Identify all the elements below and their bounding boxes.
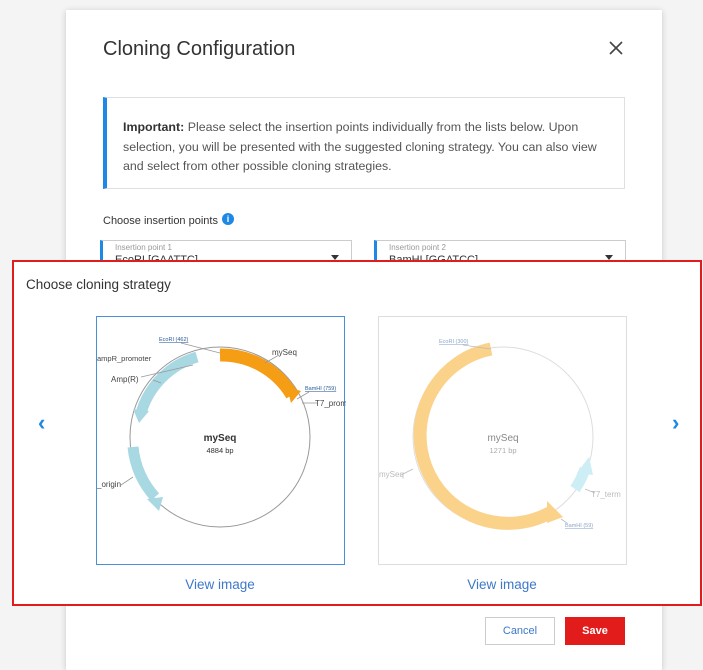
feature-label: Amp(R) xyxy=(111,375,139,384)
chevron-left-icon[interactable]: ‹ xyxy=(38,412,45,434)
feature-label: T7_term xyxy=(591,490,621,499)
plasmid-map: EcoRI (462) mySeq ampR_promoter Amp(R) B… xyxy=(97,337,346,528)
cancel-button[interactable]: Cancel xyxy=(485,617,555,645)
feature-label: mySeq xyxy=(379,470,404,479)
view-image-link-2[interactable]: View image xyxy=(422,577,582,592)
feature-label: T7_prom xyxy=(315,399,346,408)
info-icon[interactable]: i xyxy=(222,213,234,225)
chevron-right-icon[interactable]: › xyxy=(672,412,679,434)
plasmid-size: 1271 bp xyxy=(489,446,516,455)
plasmid-map: EcoRI (300) mySeq T7_term BamHI (59) myS… xyxy=(379,339,621,530)
site-label: EcoRI (462) xyxy=(159,337,189,343)
select-label: Insertion point 1 xyxy=(115,243,172,252)
notice-body: Please select the insertion points indiv… xyxy=(123,120,597,173)
cloning-strategy-panel: Choose cloning strategy ‹ › EcoRI (462) … xyxy=(12,260,702,606)
site-label: BamHI (59) xyxy=(565,523,593,529)
feature-label: mySeq xyxy=(272,348,297,357)
important-notice: Important: Please select the insertion p… xyxy=(103,97,625,189)
strategy-card-2[interactable]: EcoRI (300) mySeq T7_term BamHI (59) myS… xyxy=(378,316,627,565)
select-label: Insertion point 2 xyxy=(389,243,446,252)
site-label: BamHI (759) xyxy=(305,386,336,392)
save-button[interactable]: Save xyxy=(565,617,625,645)
plasmid-size: 4884 bp xyxy=(206,446,233,455)
notice-text: Important: Please select the insertion p… xyxy=(123,118,608,177)
notice-bold: Important: xyxy=(123,120,185,134)
strategy-title: Choose cloning strategy xyxy=(26,277,171,292)
strategy-card-1[interactable]: EcoRI (462) mySeq ampR_promoter Amp(R) B… xyxy=(96,316,346,565)
plasmid-name: mySeq xyxy=(487,433,518,444)
view-image-link-1[interactable]: View image xyxy=(140,577,300,592)
site-label: EcoRI (300) xyxy=(439,339,469,345)
dialog-title: Cloning Configuration xyxy=(103,38,296,60)
close-icon[interactable] xyxy=(607,39,625,57)
insertion-points-label: Choose insertion points xyxy=(103,215,218,227)
feature-label: ampR_promoter xyxy=(97,354,152,363)
feature-label: _origin xyxy=(97,480,121,489)
plasmid-name: mySeq xyxy=(204,433,237,444)
